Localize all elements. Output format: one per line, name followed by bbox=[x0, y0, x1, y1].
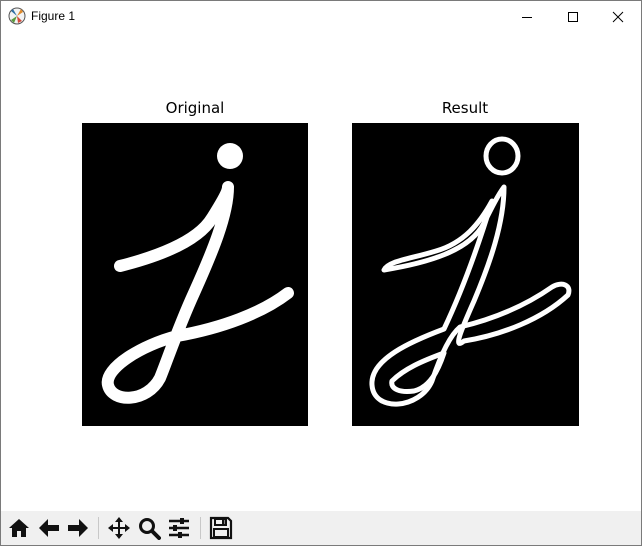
zoom-icon bbox=[139, 518, 161, 540]
back-icon bbox=[39, 519, 59, 537]
close-button[interactable] bbox=[595, 1, 641, 32]
figure-canvas[interactable]: Original Result bbox=[1, 32, 641, 511]
original-image bbox=[82, 123, 308, 426]
toolbar-separator bbox=[200, 517, 201, 539]
close-icon bbox=[612, 11, 624, 22]
pan-icon bbox=[108, 517, 130, 539]
axes-title-original: Original bbox=[165, 99, 225, 117]
window-title: Figure 1 bbox=[31, 9, 76, 23]
maximize-icon bbox=[568, 11, 578, 22]
forward-button[interactable] bbox=[65, 515, 91, 541]
minimize-icon bbox=[522, 16, 532, 18]
title-bar[interactable]: Figure 1 bbox=[1, 1, 641, 32]
figure-window: Figure 1 Original Result bbox=[0, 0, 642, 546]
configure-subplots-button[interactable] bbox=[166, 515, 192, 541]
save-icon bbox=[209, 516, 233, 540]
forward-icon bbox=[68, 519, 88, 537]
back-button[interactable] bbox=[36, 515, 62, 541]
maximize-button[interactable] bbox=[550, 1, 596, 32]
result-image bbox=[352, 123, 579, 426]
minimize-button[interactable] bbox=[504, 1, 550, 32]
home-icon bbox=[9, 519, 29, 537]
axes-title-result: Result bbox=[441, 99, 489, 117]
matplotlib-logo-icon bbox=[8, 7, 26, 25]
save-button[interactable] bbox=[208, 515, 234, 541]
pan-button[interactable] bbox=[106, 515, 132, 541]
toolbar-separator bbox=[98, 517, 99, 539]
home-button[interactable] bbox=[6, 515, 32, 541]
navigation-toolbar bbox=[1, 511, 641, 545]
configure-subplots-icon bbox=[169, 518, 189, 538]
zoom-button[interactable] bbox=[136, 515, 162, 541]
